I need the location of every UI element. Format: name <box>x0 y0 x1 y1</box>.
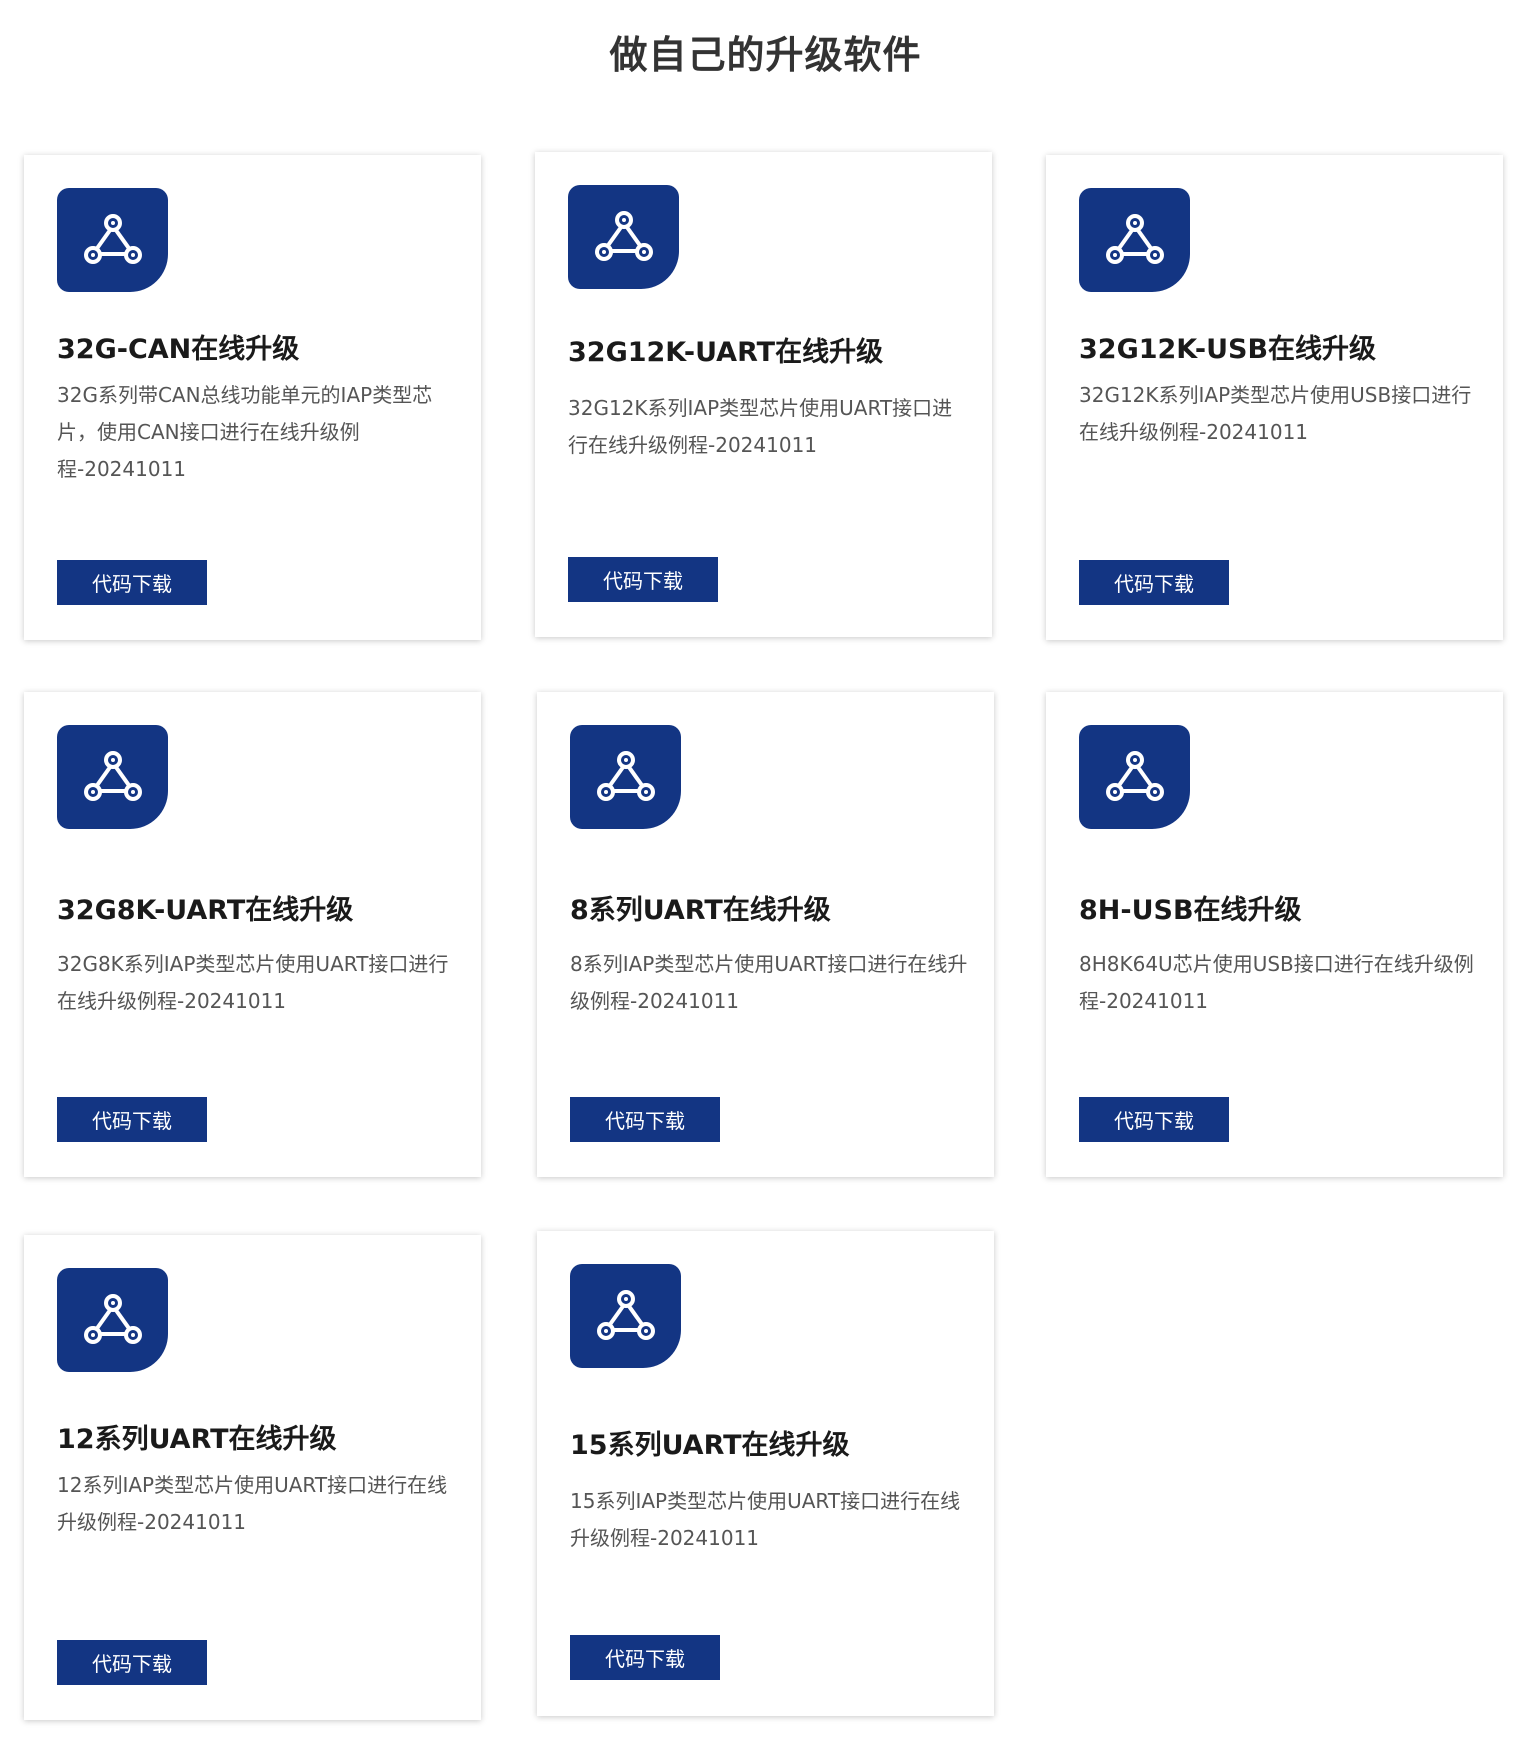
card-15-uart: 15系列UART在线升级 15系列IAP类型芯片使用UART接口进行在线升级例程… <box>537 1231 994 1716</box>
card-description: 8H8K64U芯片使用USB接口进行在线升级例程-20241011 <box>1079 952 1474 1013</box>
card-description: 8系列IAP类型芯片使用UART接口进行在线升级例程-20241011 <box>570 952 968 1013</box>
share-nodes-icon <box>568 185 679 289</box>
download-code-button[interactable]: 代码下载 <box>570 1097 720 1142</box>
card-32g-can: 32G-CAN在线升级 32G系列带CAN总线功能单元的IAP类型芯片，使用CA… <box>24 155 481 640</box>
card-8-uart: 8系列UART在线升级 8系列IAP类型芯片使用UART接口进行在线升级例程-2… <box>537 692 994 1177</box>
card-12-uart: 12系列UART在线升级 12系列IAP类型芯片使用UART接口进行在线升级例程… <box>24 1235 481 1720</box>
share-nodes-icon <box>570 1264 681 1368</box>
download-code-button[interactable]: 代码下载 <box>57 560 207 605</box>
card-description: 32G系列带CAN总线功能单元的IAP类型芯片，使用CAN接口进行在线升级例程-… <box>57 383 433 481</box>
share-nodes-icon <box>57 188 168 292</box>
card-description: 32G12K系列IAP类型芯片使用UART接口进行在线升级例程-20241011 <box>568 396 953 457</box>
card-32g12k-uart: 32G12K-UART在线升级 32G12K系列IAP类型芯片使用UART接口进… <box>535 152 992 637</box>
download-code-button[interactable]: 代码下载 <box>570 1635 720 1680</box>
card-title: 32G12K-UART在线升级 <box>568 337 884 368</box>
download-code-button[interactable]: 代码下载 <box>57 1640 207 1685</box>
card-description: 32G12K系列IAP类型芯片使用USB接口进行在线升级例程-20241011 <box>1079 383 1472 444</box>
download-code-button[interactable]: 代码下载 <box>57 1097 207 1142</box>
card-description: 32G8K系列IAP类型芯片使用UART接口进行在线升级例程-20241011 <box>57 952 449 1013</box>
share-nodes-icon <box>57 1268 168 1372</box>
card-description: 12系列IAP类型芯片使用UART接口进行在线升级例程-20241011 <box>57 1473 448 1534</box>
share-nodes-icon <box>1079 725 1190 829</box>
download-code-button[interactable]: 代码下载 <box>1079 1097 1229 1142</box>
card-32g12k-usb: 32G12K-USB在线升级 32G12K系列IAP类型芯片使用USB接口进行在… <box>1046 155 1503 640</box>
card-title: 12系列UART在线升级 <box>57 1424 337 1455</box>
card-title: 8系列UART在线升级 <box>570 895 831 926</box>
card-title: 32G8K-UART在线升级 <box>57 895 354 926</box>
card-32g8k-uart: 32G8K-UART在线升级 32G8K系列IAP类型芯片使用UART接口进行在… <box>24 692 481 1177</box>
card-title: 8H-USB在线升级 <box>1079 895 1302 926</box>
card-description: 15系列IAP类型芯片使用UART接口进行在线升级例程-20241011 <box>570 1489 961 1550</box>
share-nodes-icon <box>570 725 681 829</box>
card-title: 32G-CAN在线升级 <box>57 334 300 365</box>
card-title: 15系列UART在线升级 <box>570 1430 850 1461</box>
page-title: 做自己的升级软件 <box>609 33 922 77</box>
share-nodes-icon <box>1079 188 1190 292</box>
download-code-button[interactable]: 代码下载 <box>1079 560 1229 605</box>
share-nodes-icon <box>57 725 168 829</box>
card-title: 32G12K-USB在线升级 <box>1079 334 1377 365</box>
download-code-button[interactable]: 代码下载 <box>568 557 718 602</box>
card-8h-usb: 8H-USB在线升级 8H8K64U芯片使用USB接口进行在线升级例程-2024… <box>1046 692 1503 1177</box>
